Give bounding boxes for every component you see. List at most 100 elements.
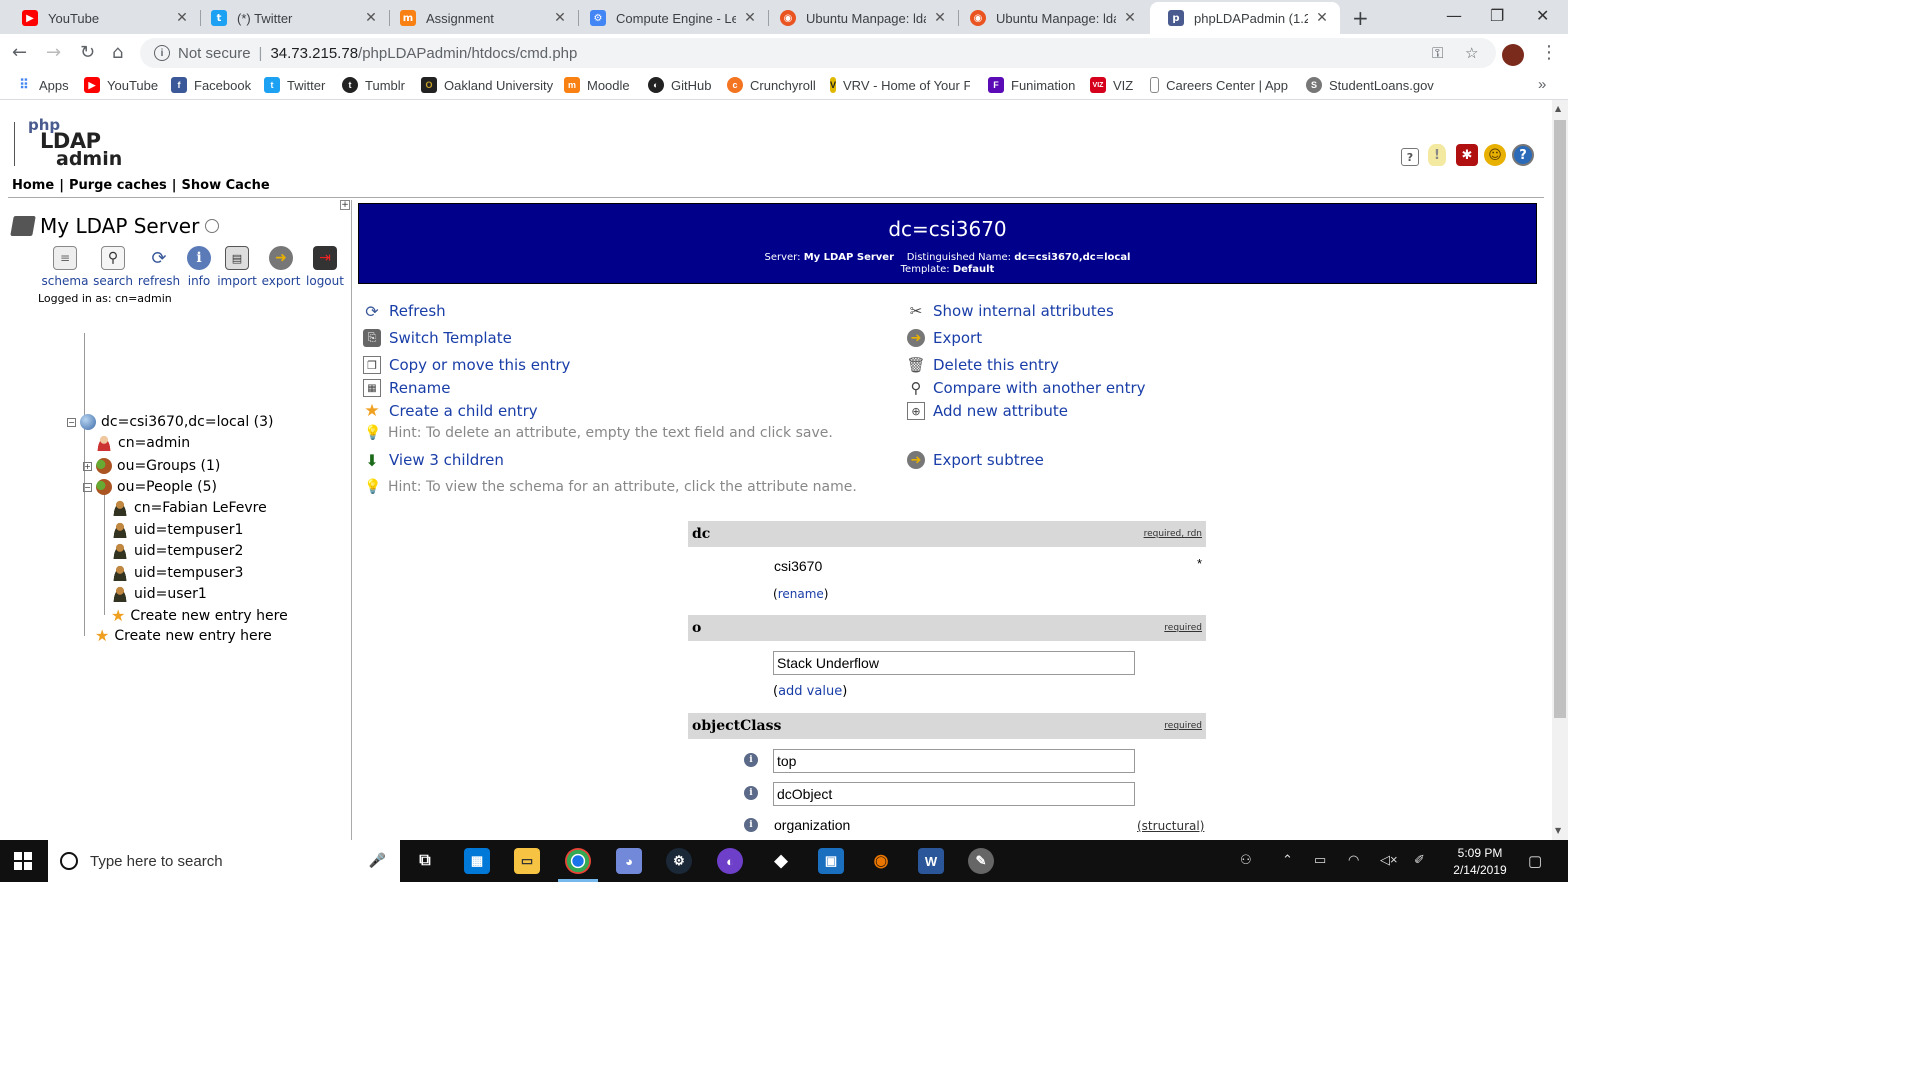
steam-icon[interactable]: ⚙: [666, 848, 692, 874]
avatar[interactable]: [1502, 44, 1524, 66]
required-flag[interactable]: required: [1144, 529, 1182, 539]
bookmark-careers-center[interactable]: Careers Center | App: [1150, 77, 1288, 93]
file-explorer-icon[interactable]: ▭: [514, 848, 540, 874]
view-children-link[interactable]: ⬇ View 3 children: [363, 451, 504, 470]
new-tab-button[interactable]: +: [1352, 6, 1369, 30]
search-button[interactable]: ⚲ search: [88, 246, 138, 288]
bookmarks-overflow-button[interactable]: »: [1538, 76, 1546, 93]
switch-template-link[interactable]: ⎘ Switch Template: [363, 329, 512, 347]
collapse-icon[interactable]: −: [67, 417, 76, 427]
attribute-name[interactable]: objectClass: [692, 718, 781, 734]
system-clock[interactable]: 5:09 PM 2/14/2019: [1445, 845, 1515, 879]
structural-link[interactable]: (structural): [1137, 819, 1204, 833]
bookmark-apps[interactable]: ⠿ Apps: [16, 77, 68, 93]
volume-icon[interactable]: ◁×: [1380, 852, 1398, 868]
add-attribute-link[interactable]: ⊕ Add new attribute: [907, 402, 1068, 420]
tab-twitter[interactable]: t (*) Twitter ✕: [193, 2, 389, 34]
attribute-name[interactable]: dc: [692, 526, 710, 542]
tab-compute-engine[interactable]: ⚙ Compute Engine - LeFe ✕: [572, 2, 768, 34]
close-icon[interactable]: ✕: [742, 10, 758, 26]
close-icon[interactable]: ✕: [174, 10, 190, 26]
export-subtree-link[interactable]: ➜ Export subtree: [907, 451, 1044, 469]
bookmark-viz[interactable]: VIZ VIZ: [1090, 77, 1133, 93]
compare-entry-link[interactable]: ⚲ Compare with another entry: [907, 379, 1146, 397]
github-desktop-icon[interactable]: ◐: [717, 848, 743, 874]
add-value-link[interactable]: add value: [778, 684, 842, 699]
scroll-down-icon[interactable]: ▼: [1555, 826, 1561, 835]
schema-button[interactable]: ≡ schema: [40, 246, 90, 288]
rename-link[interactable]: ▦ Rename: [363, 379, 451, 397]
bookmark-facebook[interactable]: f Facebook: [171, 77, 251, 93]
chrome-icon[interactable]: [565, 848, 591, 874]
star-icon[interactable]: ☆: [1465, 44, 1478, 62]
back-icon[interactable]: ←: [12, 42, 27, 63]
tree-node-person[interactable]: cn=Fabian LeFevre: [112, 500, 267, 516]
rename-link-small[interactable]: rename: [778, 587, 824, 601]
tree-node-admin[interactable]: cn=admin: [96, 435, 190, 451]
bookmark-twitter[interactable]: t Twitter: [264, 77, 325, 93]
attribute-name[interactable]: o: [692, 620, 701, 636]
export-button[interactable]: ➜ export: [256, 246, 306, 288]
bookmark-oakland-university[interactable]: O Oakland University: [421, 77, 553, 93]
collapse-tree-button[interactable]: +: [340, 200, 350, 210]
tree-node-root[interactable]: − dc=csi3670,dc=local (3): [67, 414, 274, 430]
bookmark-tumblr[interactable]: t Tumblr: [342, 77, 405, 93]
tab-ubuntu-manpage-2[interactable]: ◉ Ubuntu Manpage: ldap ✕: [952, 2, 1148, 34]
tab-ubuntu-manpage-1[interactable]: ◉ Ubuntu Manpage: ldap ✕: [762, 2, 958, 34]
server-name[interactable]: My LDAP Server: [40, 214, 199, 238]
bookmark-github[interactable]: ◐ GitHub: [648, 77, 711, 93]
lightbulb-icon[interactable]: !: [1428, 144, 1446, 166]
create-child-link[interactable]: ★ Create a child entry: [363, 401, 537, 421]
bookmark-youtube[interactable]: ▶ YouTube: [84, 77, 158, 93]
rdn-flag[interactable]: rdn: [1187, 529, 1202, 539]
menu-icon[interactable]: ⋮: [1540, 42, 1558, 63]
delete-entry-link[interactable]: 🗑 Delete this entry: [906, 356, 1058, 374]
tree-node-person[interactable]: uid=tempuser1: [112, 522, 243, 538]
tree-node-person[interactable]: uid=tempuser3: [112, 565, 243, 581]
import-button[interactable]: ▤ import: [212, 246, 262, 288]
bookmark-studentloans[interactable]: S StudentLoans.gov: [1306, 77, 1434, 93]
virtualbox-icon[interactable]: ▣: [818, 848, 844, 874]
phpldapadmin-logo[interactable]: php LDAP admin: [14, 116, 122, 170]
reload-icon[interactable]: ↻: [80, 42, 95, 63]
scrollbar-thumb[interactable]: [1554, 120, 1566, 718]
maximize-icon[interactable]: ❐: [1490, 6, 1504, 25]
collapse-icon[interactable]: −: [83, 482, 92, 492]
paint-icon[interactable]: ✎: [968, 848, 994, 874]
minimize-icon[interactable]: —: [1446, 6, 1462, 25]
create-entry-link[interactable]: ★ Create new entry here: [111, 606, 288, 625]
window-close-icon[interactable]: ✕: [1536, 6, 1549, 25]
show-internal-attributes-link[interactable]: ✂ Show internal attributes: [907, 302, 1114, 320]
bookmark-crunchyroll[interactable]: c Crunchyroll: [727, 77, 816, 93]
close-icon[interactable]: ✕: [363, 10, 379, 26]
refresh-link[interactable]: ⟳ Refresh: [363, 302, 445, 321]
scroll-up-icon[interactable]: ▲: [1555, 104, 1561, 113]
home-icon[interactable]: ⌂: [112, 42, 123, 63]
create-entry-link[interactable]: ★ Create new entry here: [95, 626, 272, 645]
key-icon[interactable]: ⚿: [1432, 44, 1443, 62]
microphone-icon[interactable]: 🎤: [369, 852, 386, 869]
show-cache-link[interactable]: Show Cache: [182, 178, 270, 193]
purge-caches-link[interactable]: Purge caches: [69, 178, 167, 193]
o-value-input[interactable]: [773, 651, 1135, 675]
bookmark-moodle[interactable]: m Moodle: [564, 77, 630, 93]
bug-icon[interactable]: ✱: [1456, 144, 1478, 166]
forward-icon[interactable]: →: [46, 42, 61, 63]
expand-icon[interactable]: +: [83, 461, 92, 471]
required-flag[interactable]: required: [1164, 623, 1202, 633]
taskbar-search[interactable]: Type here to search 🎤: [48, 840, 400, 882]
pen-icon[interactable]: ✐: [1414, 852, 1425, 868]
page-scrollbar[interactable]: ▲ ▼: [1552, 100, 1568, 840]
logout-button[interactable]: ⇥ logout: [300, 246, 350, 288]
address-bar[interactable]: i Not secure | 34.73.215.78 /phpLDAPadmi…: [140, 38, 1496, 68]
export-link[interactable]: ➜ Export: [907, 329, 982, 347]
objectclass-value-input[interactable]: [773, 749, 1135, 773]
copy-move-link[interactable]: ❐ Copy or move this entry: [363, 356, 570, 374]
tab-phpldapadmin[interactable]: p phpLDAPadmin (1.2.3) ✕: [1150, 2, 1340, 34]
tree-node-person[interactable]: uid=user1: [112, 586, 207, 602]
close-icon[interactable]: ✕: [552, 10, 568, 26]
tree-node-groups[interactable]: + ou=Groups (1): [83, 458, 220, 474]
info-icon[interactable]: i: [744, 753, 758, 767]
close-icon[interactable]: ✕: [932, 10, 948, 26]
tab-youtube[interactable]: ▶ YouTube ✕: [4, 2, 200, 34]
